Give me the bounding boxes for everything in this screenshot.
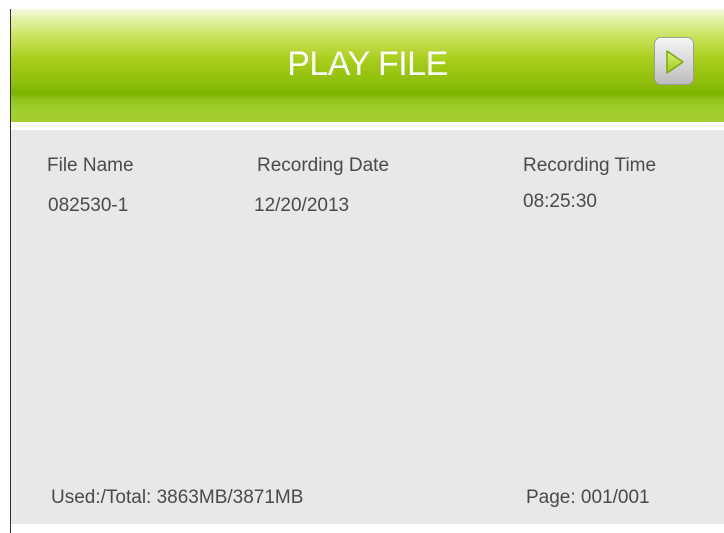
column-header-recording-time: Recording Time	[523, 155, 657, 176]
column-header-recording-date: Recording Date	[257, 155, 390, 176]
file-list-panel: File Name Recording Date Recording Time …	[11, 130, 724, 524]
play-button[interactable]	[654, 37, 694, 85]
recording-date-cell: 12/20/2013	[254, 195, 350, 216]
storage-usage: Used:/Total: 3863MB/3871MB	[51, 487, 304, 508]
page-title: PLAY FILE	[287, 45, 448, 83]
play-triangle-icon	[666, 50, 684, 74]
header-bar: PLAY FILE	[11, 9, 724, 122]
column-header-file-name: File Name	[47, 155, 134, 176]
file-name-cell: 082530-1	[48, 195, 129, 216]
recording-time-cell: 08:25:30	[523, 191, 597, 212]
page-indicator: Page: 001/001	[526, 487, 650, 508]
